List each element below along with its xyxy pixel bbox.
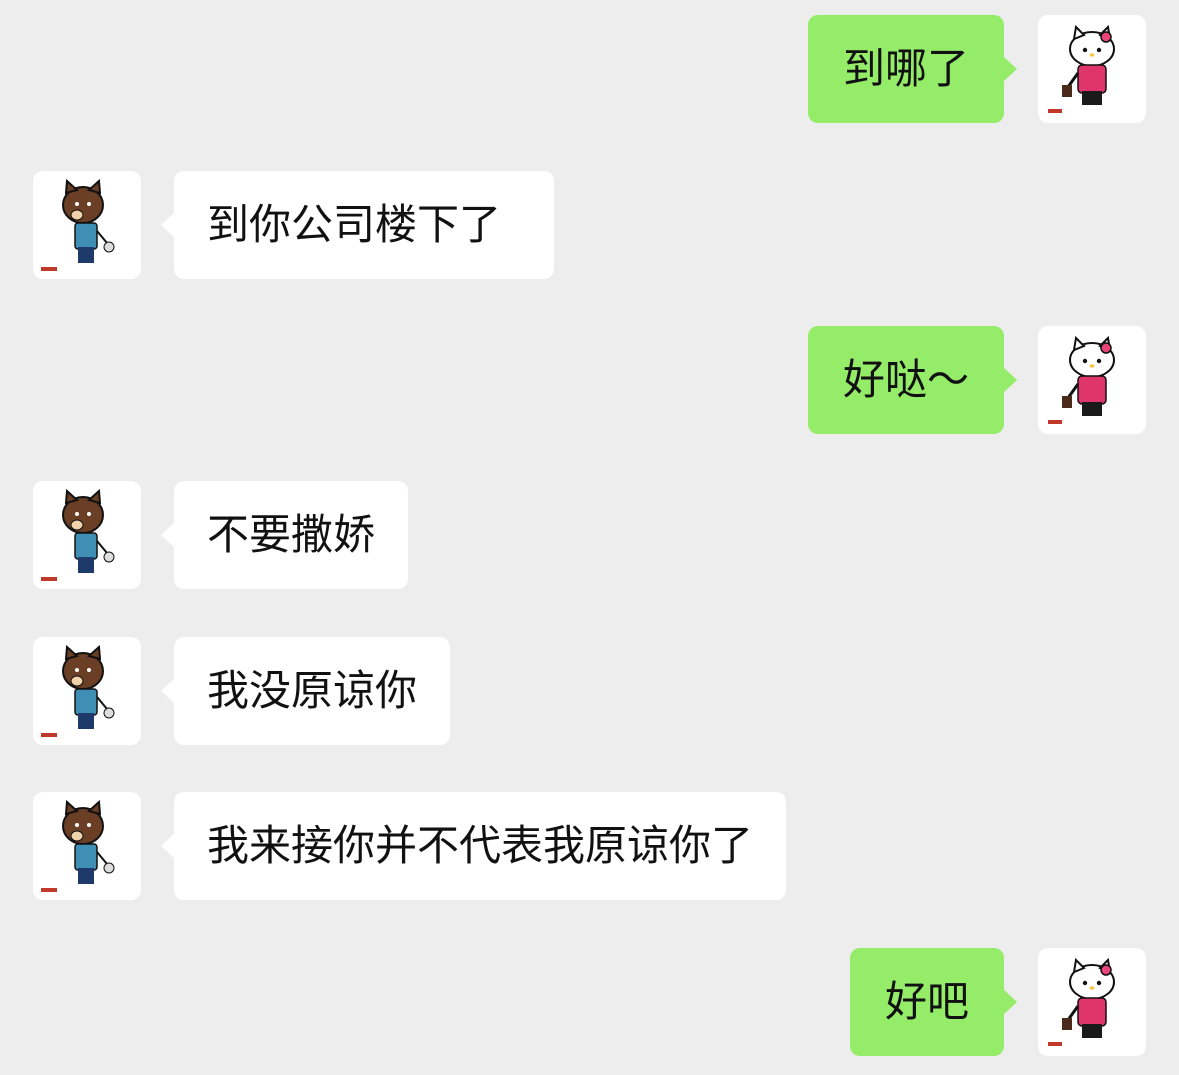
brown-cat-avatar-icon[interactable] [33,481,141,589]
message-bubble-incoming[interactable]: 我来接你并不代表我原谅你了 [160,792,787,900]
message-bubble-outgoing[interactable]: 到哪了 [807,15,1018,123]
brown-cat-avatar-icon[interactable] [33,171,141,279]
message-bubble-incoming[interactable]: 我没原谅你 [160,637,451,745]
message-bubble-outgoing[interactable]: 好吧 [849,948,1018,1056]
message-bubble-outgoing[interactable]: 好哒～ [807,326,1018,434]
message-bubble-incoming[interactable]: 不要撒娇 [160,481,409,589]
hello-kitty-avatar-icon[interactable] [1038,15,1146,123]
message-text: 到你公司楼下了 [207,200,502,249]
message-bubble-incoming[interactable]: 到你公司楼下了 [161,171,554,279]
brown-cat-avatar-icon[interactable] [33,637,141,745]
brown-cat-avatar-icon[interactable] [33,792,141,900]
hello-kitty-avatar-icon[interactable] [1038,326,1146,434]
hello-kitty-avatar-icon[interactable] [1038,948,1146,1056]
